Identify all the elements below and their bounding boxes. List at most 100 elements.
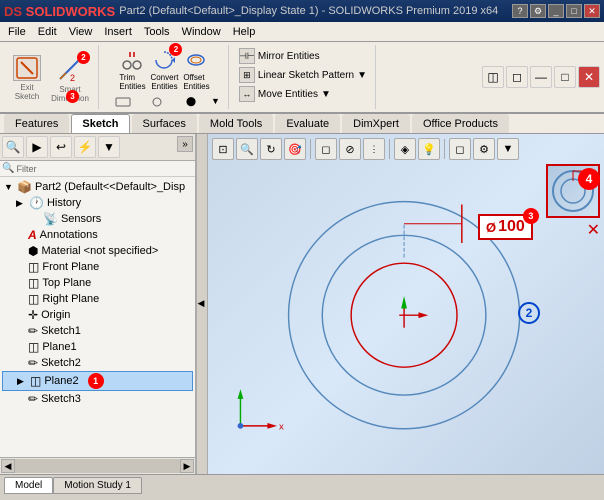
zoom-out-btn[interactable]: 🔍 [236,138,258,160]
more-views-btn[interactable]: ▼ [497,138,519,160]
tree-sensors[interactable]: 📡 Sensors [2,211,193,227]
title-bar-controls[interactable]: ? ⚙ _ □ ✕ [512,4,600,18]
tab-evaluate[interactable]: Evaluate [275,114,340,133]
trim-entities-button[interactable] [118,47,146,73]
convert-entities-button[interactable]: 2 [150,47,178,73]
maximize-button[interactable]: □ [566,4,582,18]
title-bar-left: DS SOLIDWORKS Part2 (Default<Default>_Di… [4,4,498,19]
linear-pattern-arrow[interactable]: ▼ [357,70,367,81]
status-tab-model[interactable]: Model [4,477,53,494]
exit-sketch-icon [13,55,41,81]
hide-show-btn[interactable]: ◻ [449,138,471,160]
scroll-right[interactable]: ▶ [180,459,194,473]
move-entities-arrow[interactable]: ▼ [321,89,331,100]
viewport[interactable]: ⊡ 🔍 ↻ 🎯 ◻ ⊘ ⋮ ◈ 💡 ◻ ⚙ ▼ [208,134,604,474]
tree-plane1[interactable]: ◫ Plane1 [2,339,193,355]
tree-sketch1[interactable]: ✏ Sketch1 [2,323,193,339]
tree-sketch2[interactable]: ✏ Sketch2 [2,355,193,371]
tree-sketch2-label: Sketch2 [41,357,81,369]
lights-btn[interactable]: 💡 [418,138,440,160]
zoom-to-fit-btn[interactable]: ⊡ [212,138,234,160]
rotate-btn[interactable]: ↻ [260,138,282,160]
offset-entities-button[interactable] [182,47,210,73]
tree-part-root[interactable]: ▼ 📦 Part2 (Default<<Default>_Disp [2,179,193,195]
view-settings-btn[interactable]: ⋮ [363,138,385,160]
badge-2-convert: 2 [169,43,182,56]
ribbon-tabs: Features Sketch Surfaces Mold Tools Eval… [0,114,604,134]
panel-btn-play[interactable]: ▶ [26,136,48,158]
sketch-svg: x [208,166,604,474]
tree-sketch3[interactable]: ✏ Sketch3 [2,391,193,407]
section-view-btn[interactable]: ⊘ [339,138,361,160]
sketch-tool-icon-2 [149,96,165,108]
tree-expand-history[interactable]: ▶ [16,198,26,209]
small-tool-2[interactable] [141,95,173,111]
options-button[interactable]: ⚙ [530,4,546,18]
tree-top-plane[interactable]: ◫ Top Plane [2,275,193,291]
tab-features[interactable]: Features [4,114,69,133]
menu-bar: File Edit View Insert Tools Window Help [0,22,604,42]
small-tool-1[interactable] [107,95,139,111]
panel-expand-btn[interactable]: » [177,136,193,152]
view-settings-btn2[interactable]: ⚙ [473,138,495,160]
offset-entities-group: OffsetEntities [182,47,210,91]
panel-minimize[interactable]: — [530,66,552,88]
panel-toggle-2[interactable]: ◻ [506,66,528,88]
minimize-button[interactable]: _ [548,4,564,18]
front-plane-icon: ◫ [28,260,39,274]
diameter-symbol: Ø [486,220,496,235]
menu-insert[interactable]: Insert [98,24,138,40]
tree-material[interactable]: ⬢ Material <not specified> [2,243,193,259]
tree-origin[interactable]: ✛ Origin [2,307,193,323]
feature-tree: ▼ 📦 Part2 (Default<<Default>_Disp ▶ 🕐 Hi… [0,177,195,457]
toolbar-section-entities: TrimEntities 2 ConvertEntities [101,45,229,109]
arrow-right [419,312,429,318]
panel-restore[interactable]: □ [554,66,576,88]
sketch3-icon: ✏ [28,392,38,406]
tree-expand-root[interactable]: ▼ [4,182,14,192]
menu-file[interactable]: File [2,24,32,40]
menu-help[interactable]: Help [227,24,262,40]
panel-toggle-1[interactable]: ◫ [482,66,504,88]
exit-sketch-button[interactable]: ExitSketch [8,53,46,101]
tab-mold-tools[interactable]: Mold Tools [199,114,273,133]
view-mode-btn[interactable]: ◻ [315,138,337,160]
tab-sketch[interactable]: Sketch [71,114,129,133]
dropdown-arrow[interactable]: ▼ [209,95,222,111]
tree-expand-plane2[interactable]: ▶ [17,376,27,387]
panel-btn-lightning[interactable]: ⚡ [74,136,96,158]
panel-collapse-handle[interactable]: ◀ [196,134,208,474]
trim-entities-label: TrimEntities [119,73,145,91]
panel-btn-filter[interactable]: ▼ [98,136,120,158]
view-orient-btn[interactable]: 🎯 [284,138,306,160]
tree-annotations[interactable]: A Annotations [2,227,193,243]
panel-close[interactable]: ✕ [578,66,600,88]
close-button[interactable]: ✕ [584,4,600,18]
tree-right-plane[interactable]: ◫ Right Plane [2,291,193,307]
menu-edit[interactable]: Edit [32,24,63,40]
exit-sketch-label: ExitSketch [15,83,39,101]
plane1-icon: ◫ [28,340,39,354]
panel-btn-search[interactable]: 🔍 [2,136,24,158]
linear-sketch-pattern-button[interactable]: ⊞ Linear Sketch Pattern ▼ [237,66,369,84]
menu-window[interactable]: Window [176,24,227,40]
tree-plane2[interactable]: ▶ ◫ Plane2 1 [2,371,193,391]
tab-office-products[interactable]: Office Products [412,114,509,133]
menu-tools[interactable]: Tools [138,24,176,40]
move-entities-button[interactable]: ↔ Move Entities ▼ [237,85,333,103]
scroll-track[interactable] [15,459,180,473]
scroll-left[interactable]: ◀ [1,459,15,473]
help-button[interactable]: ? [512,4,528,18]
menu-view[interactable]: View [63,24,99,40]
display-mode-btn[interactable]: ◈ [394,138,416,160]
small-tool-3[interactable]: ⬤ [175,95,207,111]
tree-front-plane[interactable]: ◫ Front Plane [2,259,193,275]
mirror-entities-button[interactable]: ⊣⊢ Mirror Entities [237,47,322,65]
tab-dimxpert[interactable]: DimXpert [342,114,410,133]
toolbar-section-mirror: ⊣⊢ Mirror Entities ⊞ Linear Sketch Patte… [231,45,376,109]
mini-preview-close[interactable]: ✕ [587,220,600,240]
tree-history[interactable]: ▶ 🕐 History [2,195,193,211]
tab-surfaces[interactable]: Surfaces [132,114,197,133]
panel-btn-undo[interactable]: ↩ [50,136,72,158]
status-tab-motion[interactable]: Motion Study 1 [53,477,142,494]
